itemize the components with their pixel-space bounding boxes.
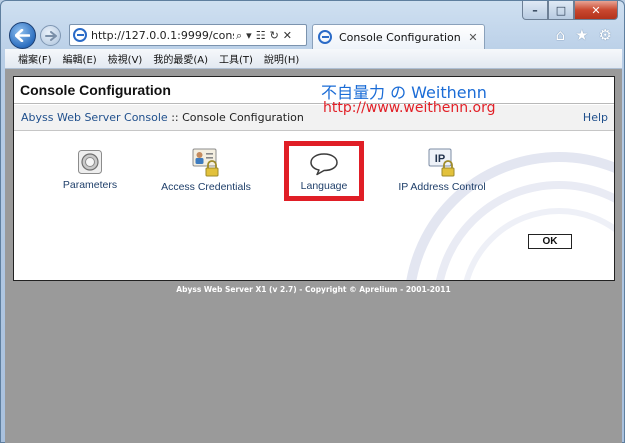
url-text[interactable]: http://127.0.0.1:9999/conso: [91, 29, 234, 42]
menu-help[interactable]: 說明(H): [259, 51, 305, 66]
tab-console-configuration[interactable]: Console Configuration ✕: [312, 24, 485, 49]
star-icon[interactable]: ★: [575, 24, 588, 46]
parameters-label[interactable]: Parameters: [63, 179, 117, 191]
language-label[interactable]: Language: [301, 180, 348, 192]
menu-tools[interactable]: 工具(T): [214, 51, 259, 66]
access-credentials-item[interactable]: Access Credentials: [156, 147, 256, 193]
ok-button[interactable]: OK: [528, 234, 572, 249]
ie-icon: [318, 30, 332, 44]
breadcrumb-current: Console Configuration: [182, 111, 304, 124]
arrow-right-icon: [44, 30, 57, 41]
access-credentials-label[interactable]: Access Credentials: [161, 181, 251, 193]
stop-icon[interactable]: ✕: [283, 30, 292, 41]
ie-icon: [73, 28, 87, 42]
parameters-item[interactable]: Parameters: [58, 149, 122, 191]
menu-bar: 檔案(F) 編輯(E) 檢視(V) 我的最愛(A) 工具(T) 說明(H): [5, 49, 622, 69]
speech-bubble-icon: [310, 153, 338, 176]
copyright-footer: Abyss Web Server X1 (v 2.7) - Copyright …: [176, 285, 451, 294]
browser-window: – □ ✕ http://127.0.0.1:9999/conso ⌕ ▾ ☷ …: [0, 0, 625, 443]
navigation-bar: http://127.0.0.1:9999/conso ⌕ ▾ ☷ ↻ ✕ Co…: [1, 21, 625, 49]
address-bar[interactable]: http://127.0.0.1:9999/conso ⌕ ▾ ☷ ↻ ✕: [69, 24, 307, 46]
configuration-items: Parameters Access Credentials Language I…: [14, 135, 614, 205]
back-button[interactable]: [9, 22, 36, 49]
breadcrumb-separator: ::: [167, 111, 183, 124]
watermark-url-text: http://www.weithenn.org: [323, 100, 496, 116]
page-title: Console Configuration: [20, 82, 171, 98]
ip-address-icon: IP: [428, 148, 455, 177]
menu-file[interactable]: 檔案(F): [13, 51, 58, 66]
compatibility-view-icon[interactable]: ☷: [256, 30, 266, 41]
minimize-button[interactable]: –: [522, 1, 548, 20]
window-caption-buttons: – □ ✕: [522, 1, 618, 20]
console-header: Console Configuration: [14, 77, 614, 104]
breadcrumb-bar: Abyss Web Server Console :: Console Conf…: [14, 105, 614, 131]
browser-tools: ⌂ ★ ⚙: [556, 24, 612, 46]
breadcrumb: Abyss Web Server Console :: Console Conf…: [21, 111, 304, 124]
menu-view[interactable]: 檢視(V): [103, 51, 149, 66]
breadcrumb-link-console[interactable]: Abyss Web Server Console: [21, 111, 168, 124]
language-item[interactable]: Language: [284, 141, 364, 201]
page-viewport: Console Configuration Abyss Web Server C…: [5, 69, 622, 443]
tab-close-icon[interactable]: ✕: [465, 31, 481, 44]
maximize-button[interactable]: □: [548, 1, 574, 20]
address-tools: ⌕ ▾ ☷ ↻ ✕: [236, 30, 292, 41]
close-window-button[interactable]: ✕: [574, 1, 618, 20]
refresh-icon[interactable]: ↻: [270, 30, 279, 41]
forward-button[interactable]: [40, 25, 61, 46]
arrow-left-icon: [15, 29, 30, 42]
ip-address-control-label[interactable]: IP Address Control: [398, 181, 485, 193]
tab-title: Console Configuration: [339, 30, 461, 44]
access-credentials-icon: [192, 148, 219, 177]
ip-address-control-item[interactable]: IP IP Address Control: [392, 147, 492, 193]
menu-favorites[interactable]: 我的最愛(A): [148, 51, 214, 66]
search-icon[interactable]: ⌕: [236, 30, 242, 41]
home-icon[interactable]: ⌂: [556, 24, 566, 46]
chevron-down-icon[interactable]: ▾: [246, 30, 252, 41]
parameters-icon: [78, 150, 102, 174]
menu-edit[interactable]: 編輯(E): [58, 51, 103, 66]
help-link[interactable]: Help: [583, 111, 608, 124]
gear-icon[interactable]: ⚙: [599, 24, 612, 46]
console-panel: Console Configuration Abyss Web Server C…: [13, 76, 615, 281]
